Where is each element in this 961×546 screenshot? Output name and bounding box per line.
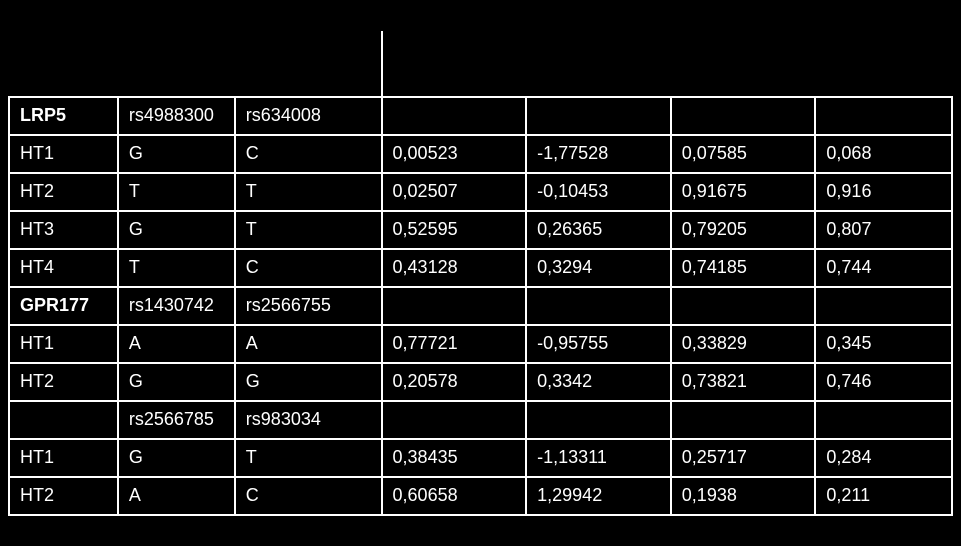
snp1: T: [118, 173, 235, 211]
freq: 0,60658: [382, 477, 527, 515]
snp1: A: [118, 477, 235, 515]
tstat: [526, 97, 671, 135]
snp1: G: [118, 211, 235, 249]
freq: 0,77721: [382, 325, 527, 363]
freq: 0,38435: [382, 439, 527, 477]
table-row: HT2 T T 0,02507 -0,10453 0,91675 0,916: [9, 173, 952, 211]
snp2: C: [235, 135, 382, 173]
pvalue: 0,33829: [671, 325, 816, 363]
pvalue: [671, 401, 816, 439]
permP: 0,211: [815, 477, 952, 515]
snp1: rs1430742: [118, 287, 235, 325]
snp2: rs2566755: [235, 287, 382, 325]
snp2: G: [235, 363, 382, 401]
hap-label: HT2: [9, 173, 118, 211]
table-row: HT2 A C 0,60658 1,29942 0,1938 0,211: [9, 477, 952, 515]
snp1: G: [118, 135, 235, 173]
permP: 0,746: [815, 363, 952, 401]
hap-label: HT1: [9, 135, 118, 173]
table-row: HT1 G C 0,00523 -1,77528 0,07585 0,068: [9, 135, 952, 173]
permP: 0,068: [815, 135, 952, 173]
freq: [382, 401, 527, 439]
tstat: -0,10453: [526, 173, 671, 211]
table-row: HT4 T C 0,43128 0,3294 0,74185 0,744: [9, 249, 952, 287]
snp2: T: [235, 439, 382, 477]
permP: [815, 287, 952, 325]
freq: 0,02507: [382, 173, 527, 211]
pvalue: 0,25717: [671, 439, 816, 477]
tstat: -0,95755: [526, 325, 671, 363]
tstat: 0,3342: [526, 363, 671, 401]
table-row: rs2566785 rs983034: [9, 401, 952, 439]
snp2: A: [235, 325, 382, 363]
snp2: T: [235, 173, 382, 211]
hap-label: HT1: [9, 325, 118, 363]
table-row: HT2 G G 0,20578 0,3342 0,73821 0,746: [9, 363, 952, 401]
table-row: HT3 G T 0,52595 0,26365 0,79205 0,807: [9, 211, 952, 249]
table-row: LRP5 rs4988300 rs634008: [9, 97, 952, 135]
pvalue: 0,07585: [671, 135, 816, 173]
gene-label: LRP5: [9, 97, 118, 135]
permP: [815, 97, 952, 135]
tstat: 1,29942: [526, 477, 671, 515]
snp2: C: [235, 477, 382, 515]
hap-label: HT1: [9, 439, 118, 477]
freq: 0,43128: [382, 249, 527, 287]
snp1: A: [118, 325, 235, 363]
haplotype-table: LRP5 rs4988300 rs634008 HT1 G C 0,00523 …: [8, 31, 953, 516]
snp2: C: [235, 249, 382, 287]
permP: 0,345: [815, 325, 952, 363]
permP: [815, 401, 952, 439]
pvalue: [671, 287, 816, 325]
snp2: rs634008: [235, 97, 382, 135]
header-left-cell: [9, 31, 382, 97]
hap-label: HT4: [9, 249, 118, 287]
gene-label: [9, 401, 118, 439]
freq: 0,52595: [382, 211, 527, 249]
snp1: rs4988300: [118, 97, 235, 135]
hap-label: HT2: [9, 477, 118, 515]
tstat: [526, 401, 671, 439]
snp2: rs983034: [235, 401, 382, 439]
snp1: T: [118, 249, 235, 287]
table-header-row: [9, 31, 952, 97]
pvalue: [671, 97, 816, 135]
permP: 0,807: [815, 211, 952, 249]
tstat: 0,26365: [526, 211, 671, 249]
snp1: G: [118, 363, 235, 401]
freq: 0,20578: [382, 363, 527, 401]
freq: [382, 287, 527, 325]
pvalue: 0,73821: [671, 363, 816, 401]
tstat: [526, 287, 671, 325]
snp1: G: [118, 439, 235, 477]
header-right-cell: [382, 31, 952, 97]
hap-label: HT3: [9, 211, 118, 249]
pvalue: 0,79205: [671, 211, 816, 249]
snp1: rs2566785: [118, 401, 235, 439]
table-row: HT1 A A 0,77721 -0,95755 0,33829 0,345: [9, 325, 952, 363]
pvalue: 0,1938: [671, 477, 816, 515]
tstat: -1,13311: [526, 439, 671, 477]
permP: 0,916: [815, 173, 952, 211]
pvalue: 0,91675: [671, 173, 816, 211]
permP: 0,744: [815, 249, 952, 287]
table-row: GPR177 rs1430742 rs2566755: [9, 287, 952, 325]
tstat: 0,3294: [526, 249, 671, 287]
gene-label: GPR177: [9, 287, 118, 325]
hap-label: HT2: [9, 363, 118, 401]
freq: [382, 97, 527, 135]
snp2: T: [235, 211, 382, 249]
table-row: HT1 G T 0,38435 -1,13311 0,25717 0,284: [9, 439, 952, 477]
freq: 0,00523: [382, 135, 527, 173]
permP: 0,284: [815, 439, 952, 477]
tstat: -1,77528: [526, 135, 671, 173]
pvalue: 0,74185: [671, 249, 816, 287]
